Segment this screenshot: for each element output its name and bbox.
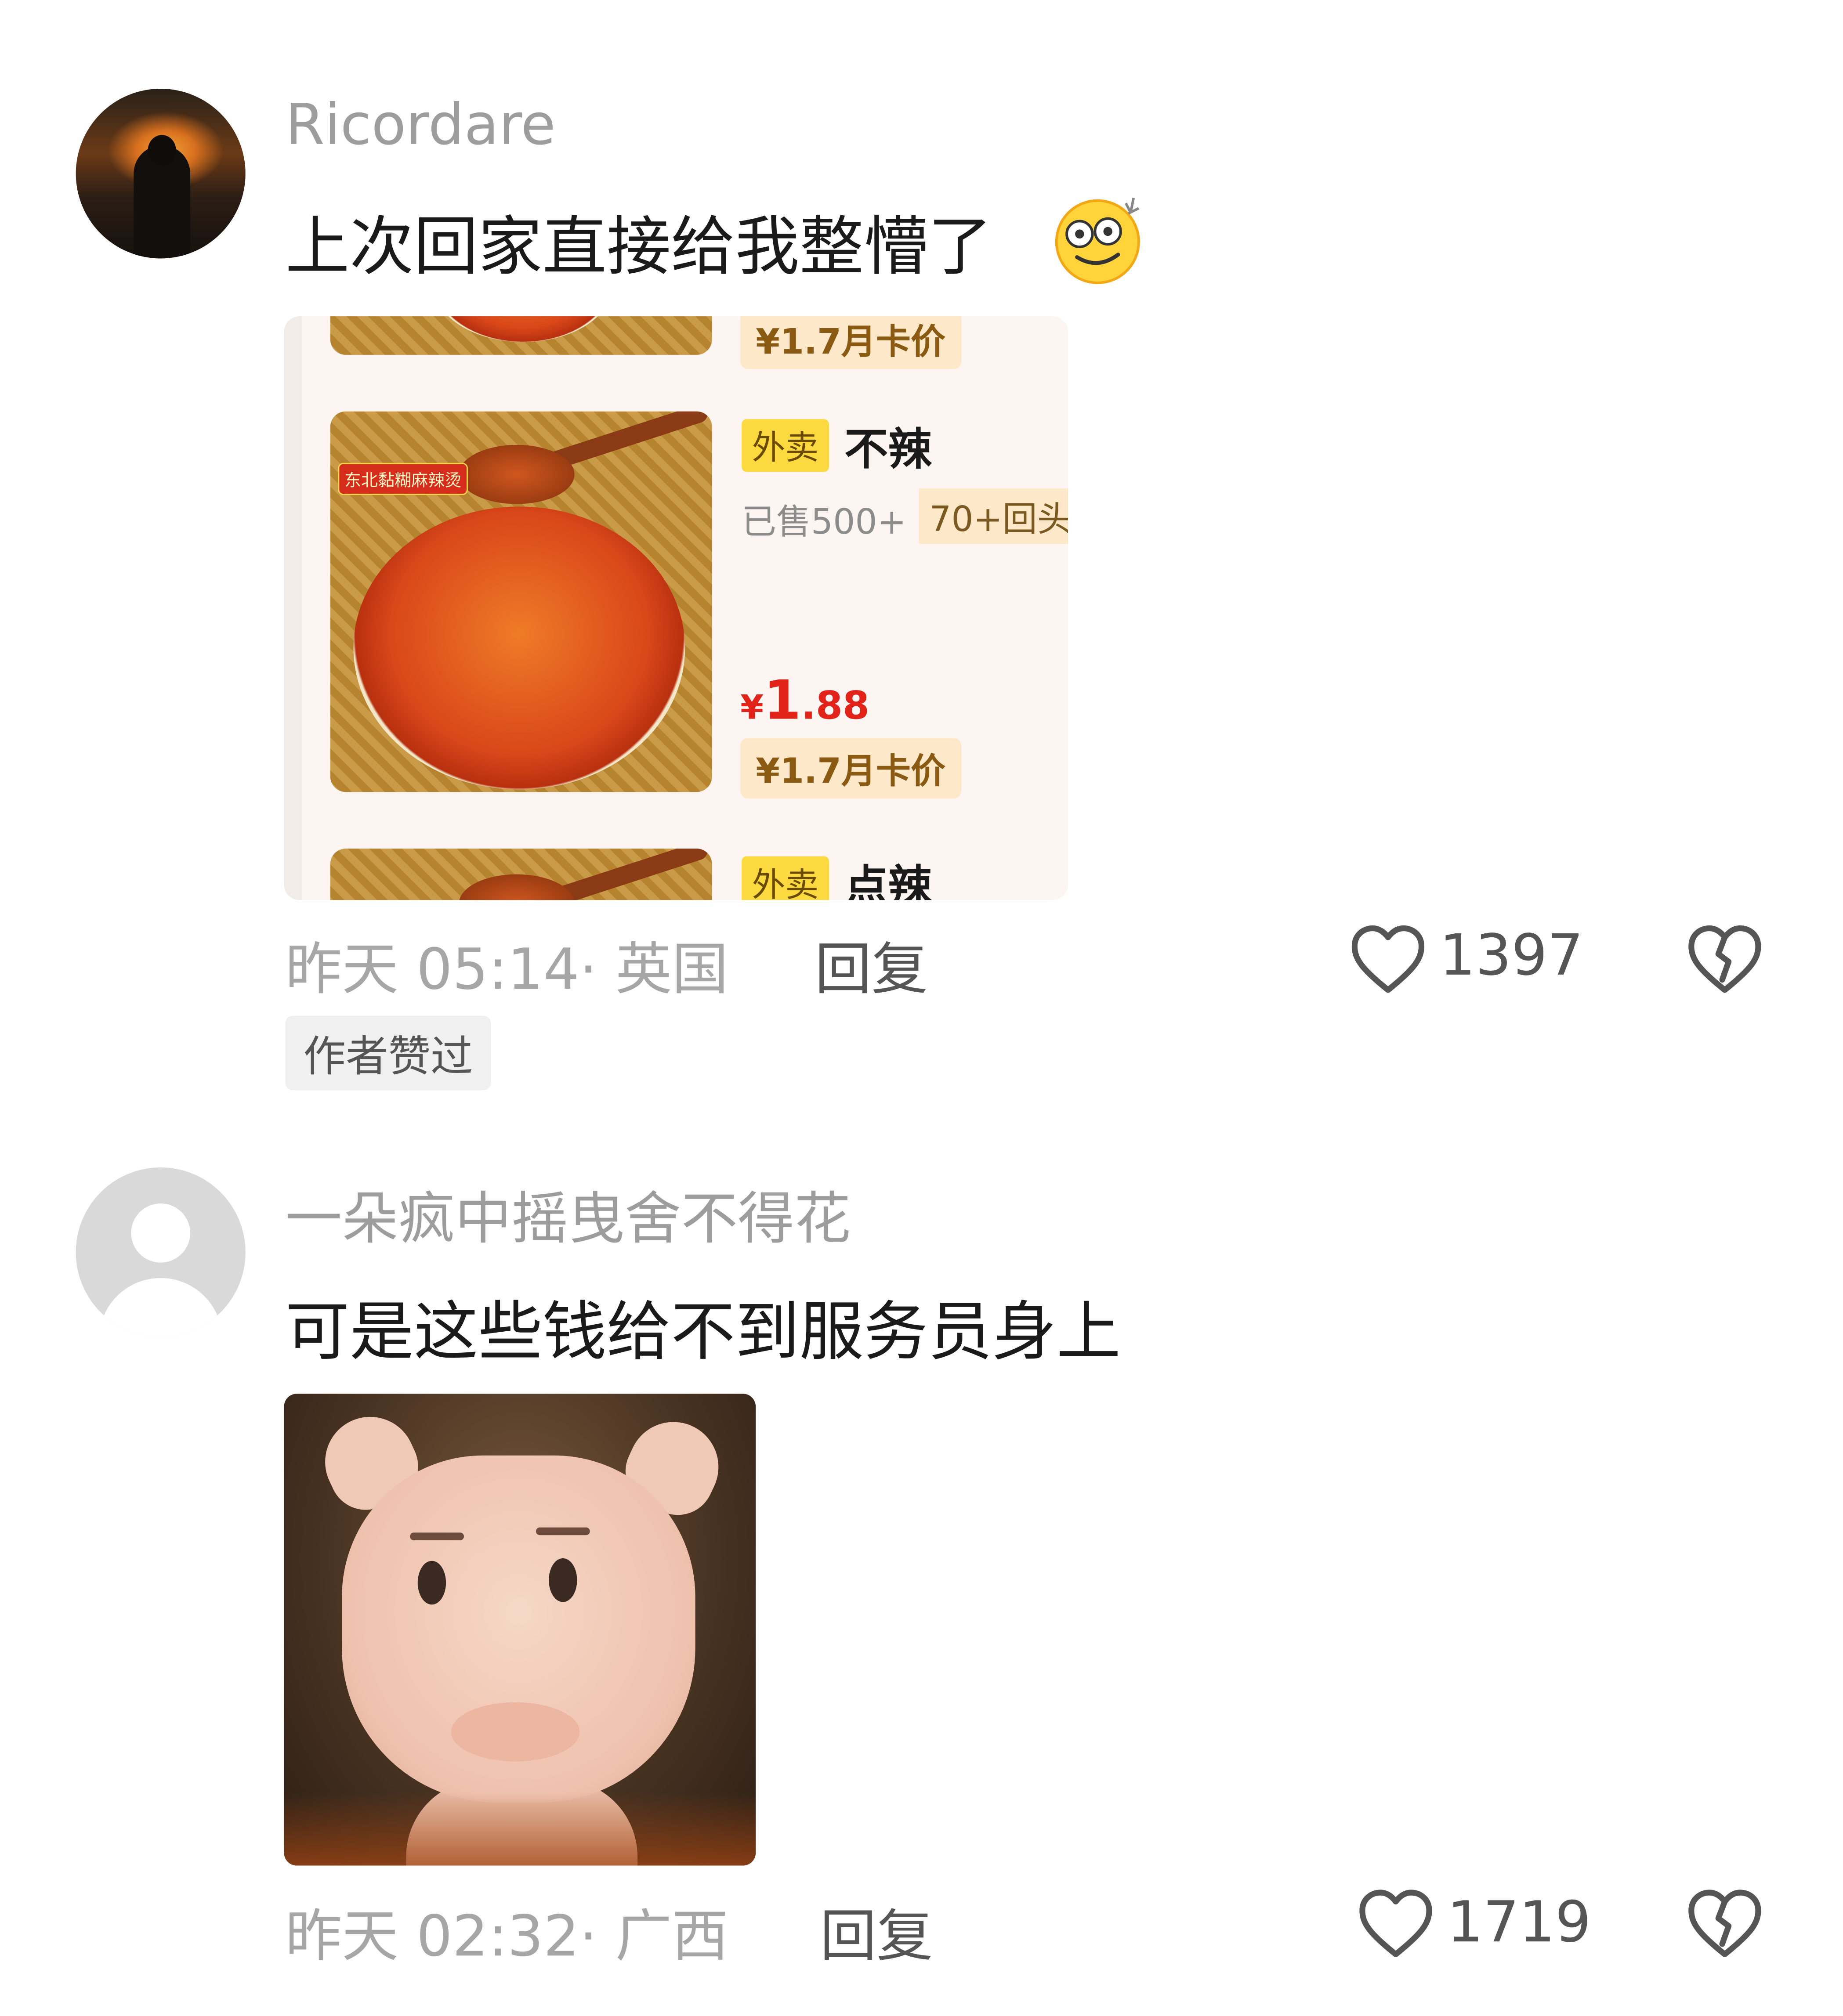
avatar-head	[131, 1203, 190, 1263]
delivery-badge-next: 外卖	[741, 856, 829, 900]
like-count: 1719	[1447, 1890, 1591, 1956]
heart-outline-icon[interactable]	[1357, 1887, 1434, 1959]
dizzy-face-emoji-icon	[1051, 193, 1146, 285]
broken-heart-icon[interactable]	[1686, 923, 1763, 995]
heart-outline-icon[interactable]	[1350, 923, 1427, 995]
dizzy-face-emoji-svg	[1055, 198, 1140, 284]
timestamp: 昨天 02:32· 广西	[285, 1890, 728, 1972]
food-image: 东北黏糊麻辣烫	[330, 411, 712, 792]
pig-face-sticker[interactable]	[284, 1394, 756, 1866]
like-count: 1397	[1439, 923, 1584, 989]
broken-heart-icon[interactable]	[1686, 1887, 1763, 1959]
food-image-top	[330, 316, 712, 355]
card-stripe	[284, 316, 302, 900]
item-title: 不辣	[844, 424, 932, 476]
food-label: 东北黏糊麻辣烫	[338, 462, 468, 495]
pig-brow-right	[536, 1527, 590, 1535]
reply-button[interactable]: 回复	[820, 1890, 933, 1972]
location: · 英国	[579, 937, 729, 1003]
comment-text: 可是这些钱给不到服务员身上	[285, 1294, 1121, 1369]
username[interactable]: Ricordare	[285, 93, 555, 158]
card-price-top: ¥1.7月卡价	[740, 316, 961, 369]
bowl	[353, 506, 685, 790]
pig-eye-right	[549, 1558, 577, 1602]
avatar-head	[148, 135, 176, 166]
timestamp-time: 昨天 02:32	[285, 1904, 579, 1970]
timestamp: 昨天 05:14· 英国	[285, 923, 728, 1005]
item-title-next: 点辣	[844, 861, 932, 900]
price-currency: ¥	[740, 689, 764, 728]
repeat-buyers-badge: 70+回头	[919, 488, 1068, 544]
pig-snout	[451, 1702, 580, 1762]
monthly-card-price: ¥1.7月卡价	[740, 738, 961, 798]
food-image-next	[330, 849, 712, 900]
price-decimal: .88	[801, 684, 869, 729]
location: · 广西	[579, 1904, 729, 1970]
avatar-body	[99, 1278, 223, 1337]
pig-brow-left	[410, 1532, 464, 1540]
delivery-badge: 外卖	[741, 419, 829, 472]
embedded-image[interactable]: ¥1.7月卡价 东北黏糊麻辣烫 外卖 不辣 已售500+ 70+回头 ¥1.88…	[284, 316, 1068, 900]
bottom-fade	[1516, 1967, 1843, 2016]
comment-text: 上次回家直接给我整懵了	[285, 210, 992, 284]
reply-button[interactable]: 回复	[815, 923, 928, 1005]
price-integer: 1	[763, 668, 801, 732]
sold-count: 已售500+	[741, 502, 906, 543]
pig-eye-left	[417, 1561, 446, 1605]
username[interactable]: 一朵疯中摇曳舍不得花	[285, 1173, 851, 1255]
author-liked-badge: 作者赞过	[285, 1015, 491, 1091]
spoon	[459, 874, 575, 900]
price: ¥1.88	[740, 668, 869, 731]
pig-shade	[284, 1792, 756, 1866]
comment-thread: Ricordare 上次回家直接给我整懵了 ¥1.7月卡价 东北黏糊麻辣烫 外卖	[0, 0, 1843, 2016]
avatar[interactable]	[76, 88, 246, 259]
spoon	[459, 444, 575, 504]
avatar-default[interactable]	[76, 1167, 246, 1337]
timestamp-time: 昨天 05:14	[285, 937, 579, 1003]
bowl	[433, 316, 613, 342]
